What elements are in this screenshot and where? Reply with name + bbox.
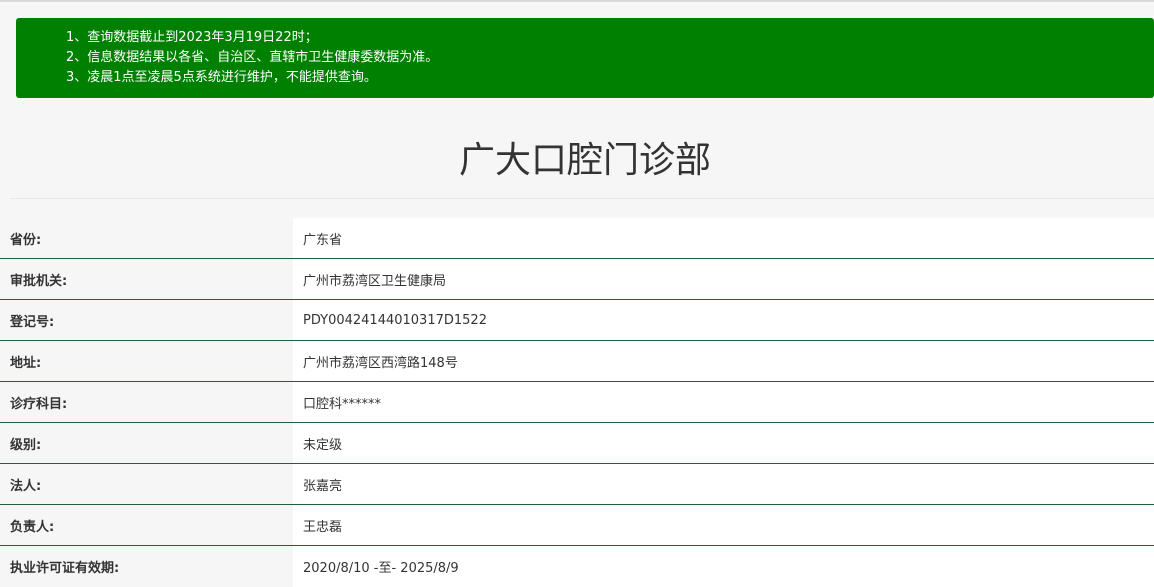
page-title: 广大口腔门诊部 [458,140,711,181]
row-label: 法人: [0,464,293,504]
table-row: 省份: 广东省 [0,218,1154,259]
title-divider [10,198,1154,199]
top-divider [0,0,1154,2]
table-row: 登记号: PDY00424144010317D1522 [0,300,1154,341]
notice-line-1: 1、查询数据截止到2023年3月19日22时； [66,30,318,45]
row-label: 级别: [0,423,293,463]
row-label: 审批机关: [0,259,293,299]
row-value: 未定级 [293,423,1154,463]
table-row: 审批机关: 广州市荔湾区卫生健康局 [0,259,1154,300]
table-row: 负责人: 王忠磊 [0,505,1154,546]
notice-line-3: 3、凌晨1点至凌晨5点系统进行维护，不能提供查询。 [66,70,377,85]
row-value: 张嘉亮 [293,464,1154,504]
notice-banner: 1、查询数据截止到2023年3月19日22时； 2、信息数据结果以各省、自治区、… [16,18,1154,98]
row-label: 省份: [0,218,293,258]
row-value: 广州市荔湾区西湾路148号 [293,341,1154,381]
notice-line-2: 2、信息数据结果以各省、自治区、直辖市卫生健康委数据为准。 [66,50,439,65]
row-value: 2020/8/10 -至- 2025/8/9 [293,546,1154,587]
row-label: 诊疗科目: [0,382,293,422]
row-value: 广东省 [293,218,1154,258]
row-value: 口腔科****** [293,382,1154,422]
table-row: 地址: 广州市荔湾区西湾路148号 [0,341,1154,382]
row-value: PDY00424144010317D1522 [293,300,1154,340]
table-row: 诊疗科目: 口腔科****** [0,382,1154,423]
row-label: 地址: [0,341,293,381]
table-row: 法人: 张嘉亮 [0,464,1154,505]
table-row: 级别: 未定级 [0,423,1154,464]
table-row: 执业许可证有效期: 2020/8/10 -至- 2025/8/9 [0,546,1154,587]
info-table: 省份: 广东省 审批机关: 广州市荔湾区卫生健康局 登记号: PDY004241… [0,218,1154,587]
row-label: 执业许可证有效期: [0,546,293,587]
row-value: 广州市荔湾区卫生健康局 [293,259,1154,299]
row-label: 负责人: [0,505,293,545]
row-value: 王忠磊 [293,505,1154,545]
row-label: 登记号: [0,300,293,340]
